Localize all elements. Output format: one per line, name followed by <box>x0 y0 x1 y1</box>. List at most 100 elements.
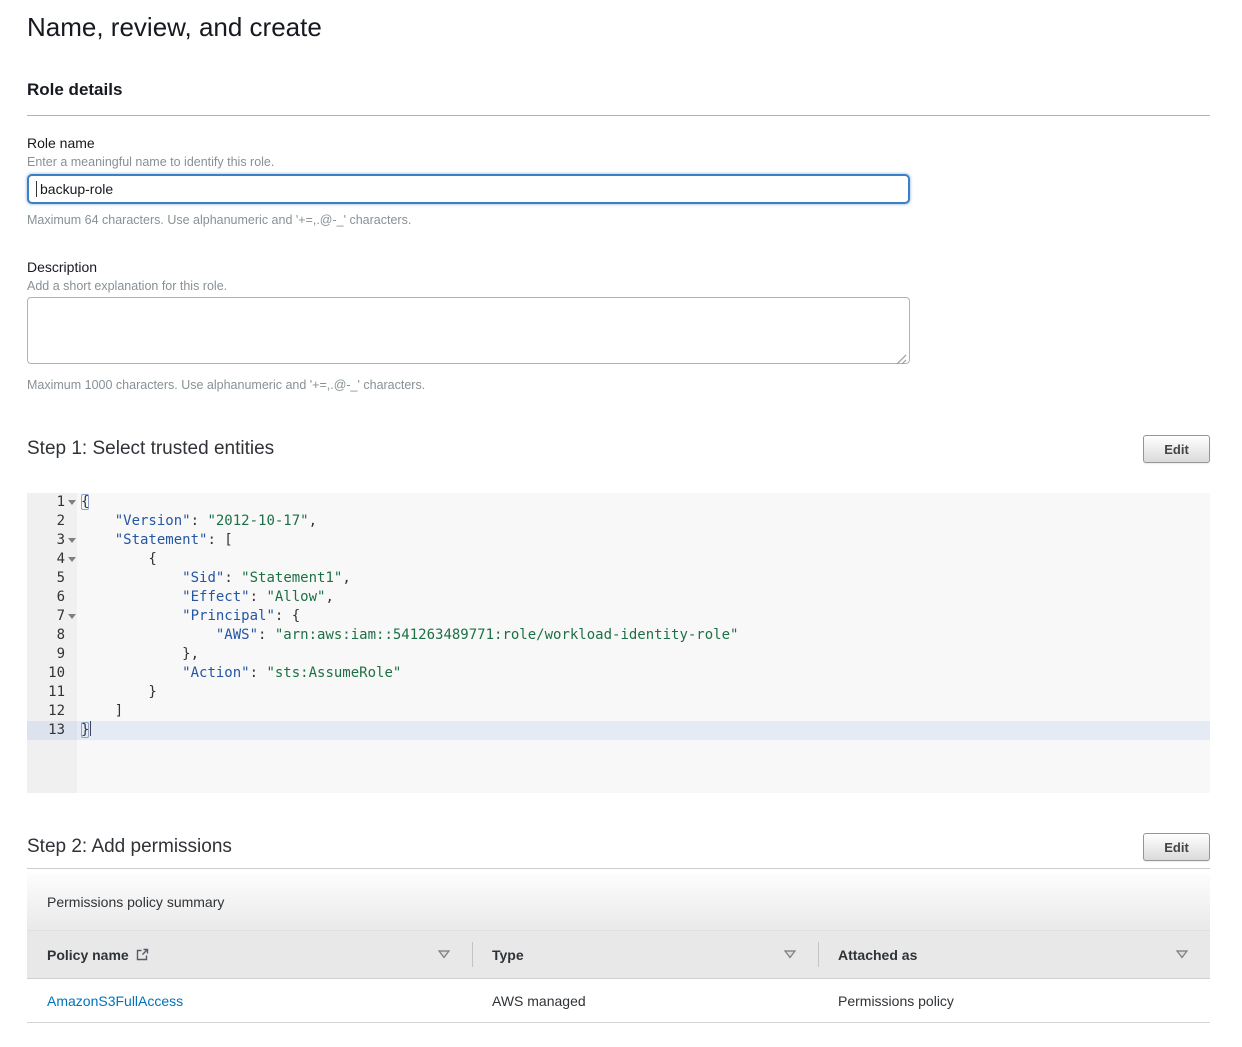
code-token: "2012-10-17" <box>207 513 308 529</box>
table-header: Policy name Type Attached as <box>27 931 1210 979</box>
step2-edit-button[interactable]: Edit <box>1143 833 1210 861</box>
line-number: 6 <box>27 588 77 607</box>
policy-name-link[interactable]: AmazonS3FullAccess <box>47 993 183 1009</box>
code-text: { <box>77 493 1210 512</box>
code-text: }, <box>77 645 1210 664</box>
divider <box>27 868 1210 869</box>
page-title: Name, review, and create <box>27 10 1210 44</box>
table-body: AmazonS3FullAccess AWS managedPermissions… <box>27 979 1210 1023</box>
step1-heading: Step 1: Select trusted entities <box>27 437 274 461</box>
code-line[interactable]: 11 } <box>27 683 1210 702</box>
fold-toggle-icon[interactable] <box>68 557 76 562</box>
code-line[interactable]: 3 "Statement": [ <box>27 531 1210 550</box>
code-line[interactable]: 4 { <box>27 550 1210 569</box>
role-name-input[interactable] <box>27 174 910 204</box>
code-token: "sts:AssumeRole" <box>266 665 401 681</box>
column-header-label: Type <box>492 947 524 963</box>
description-label: Description <box>27 258 1210 276</box>
code-token: , <box>325 589 333 605</box>
description-textarea-wrap <box>27 297 910 369</box>
filter-dropdown-icon[interactable] <box>784 950 796 959</box>
role-name-field: Role name Enter a meaningful name to ide… <box>27 134 1210 228</box>
code-token: : { <box>275 608 300 624</box>
code-token: "Statement1" <box>241 570 342 586</box>
role-name-label: Role name <box>27 134 1210 152</box>
line-number: 7 <box>27 607 77 626</box>
column-separator <box>818 942 819 967</box>
fold-toggle-icon[interactable] <box>68 538 76 543</box>
line-number: 9 <box>27 645 77 664</box>
filter-dropdown-icon[interactable] <box>438 950 450 959</box>
code-token: "Action" <box>182 665 249 681</box>
role-name-input-wrap <box>27 174 910 204</box>
column-header-attached-as: Attached as <box>818 931 1210 978</box>
code-text: "Effect": "Allow", <box>77 588 1210 607</box>
code-line[interactable]: 10 "Action": "sts:AssumeRole" <box>27 664 1210 683</box>
code-text: "Version": "2012-10-17", <box>77 512 1210 531</box>
code-token: : <box>250 589 267 605</box>
code-line[interactable]: 6 "Effect": "Allow", <box>27 588 1210 607</box>
step1-header: Step 1: Select trusted entities Edit <box>27 435 1210 463</box>
code-text: } <box>77 683 1210 702</box>
code-token: "Version" <box>115 513 191 529</box>
fold-toggle-icon[interactable] <box>68 614 76 619</box>
column-header-type: Type <box>472 931 818 978</box>
fold-toggle-icon[interactable] <box>68 500 76 505</box>
code-token: : <box>258 627 275 643</box>
code-token <box>81 589 182 605</box>
resize-grip-icon[interactable] <box>896 352 907 363</box>
code-line[interactable]: 7 "Principal": { <box>27 607 1210 626</box>
code-text: "Sid": "Statement1", <box>77 569 1210 588</box>
code-token: { <box>81 551 157 567</box>
policy-type-cell: AWS managed <box>472 993 818 1009</box>
step2-header: Step 2: Add permissions Edit <box>27 833 1210 861</box>
description-help: Add a short explanation for this role. <box>27 278 1210 294</box>
page: Name, review, and create Role details Ro… <box>0 10 1242 1043</box>
line-number: 2 <box>27 512 77 531</box>
filter-dropdown-icon[interactable] <box>1176 950 1188 959</box>
column-separator <box>472 942 473 967</box>
code-text: "AWS": "arn:aws:iam::541263489771:role/w… <box>77 626 1210 645</box>
code-line[interactable]: 2 "Version": "2012-10-17", <box>27 512 1210 531</box>
line-number: 13 <box>27 721 77 740</box>
code-text: } <box>77 721 1210 740</box>
code-token: : <box>191 513 208 529</box>
attached-as-cell: Permissions policy <box>818 993 1210 1009</box>
role-name-help: Enter a meaningful name to identify this… <box>27 154 1210 170</box>
code-line[interactable]: 12 ] <box>27 702 1210 721</box>
line-number: 5 <box>27 569 77 588</box>
permissions-panel: Permissions policy summary Policy name Ty… <box>27 874 1210 1023</box>
column-header-policy-name: Policy name <box>27 931 472 978</box>
external-link-icon[interactable] <box>136 948 149 961</box>
code-text: "Action": "sts:AssumeRole" <box>77 664 1210 683</box>
code-token: : [ <box>207 532 232 548</box>
code-line[interactable]: 9 }, <box>27 645 1210 664</box>
code-line[interactable]: 13} <box>27 721 1210 740</box>
code-token <box>81 570 182 586</box>
code-token <box>81 608 182 624</box>
code-token: }, <box>81 646 199 662</box>
step2-heading: Step 2: Add permissions <box>27 835 232 859</box>
line-number: 1 <box>27 493 77 512</box>
description-textarea[interactable] <box>27 297 910 364</box>
code-token <box>81 532 115 548</box>
code-token <box>81 665 182 681</box>
table-row: AmazonS3FullAccess AWS managedPermissions… <box>27 979 1210 1023</box>
text-cursor <box>36 181 37 197</box>
code-token: "AWS" <box>216 627 258 643</box>
code-text: "Principal": { <box>77 607 1210 626</box>
permissions-panel-title: Permissions policy summary <box>27 874 1210 931</box>
code-line[interactable]: 8 "AWS": "arn:aws:iam::541263489771:role… <box>27 626 1210 645</box>
code-line[interactable]: 5 "Sid": "Statement1", <box>27 569 1210 588</box>
code-token: : <box>250 665 267 681</box>
code-token: } <box>81 684 157 700</box>
column-header-label: Attached as <box>838 947 917 963</box>
text-cursor <box>90 721 91 736</box>
line-number: 8 <box>27 626 77 645</box>
policy-json-editor[interactable]: 1{2 "Version": "2012-10-17",3 "Statement… <box>27 493 1210 793</box>
code-text: "Statement": [ <box>77 531 1210 550</box>
step1-edit-button[interactable]: Edit <box>1143 435 1210 463</box>
code-token: "Effect" <box>182 589 249 605</box>
code-line[interactable]: 1{ <box>27 493 1210 512</box>
role-name-hint: Maximum 64 characters. Use alphanumeric … <box>27 212 1210 228</box>
